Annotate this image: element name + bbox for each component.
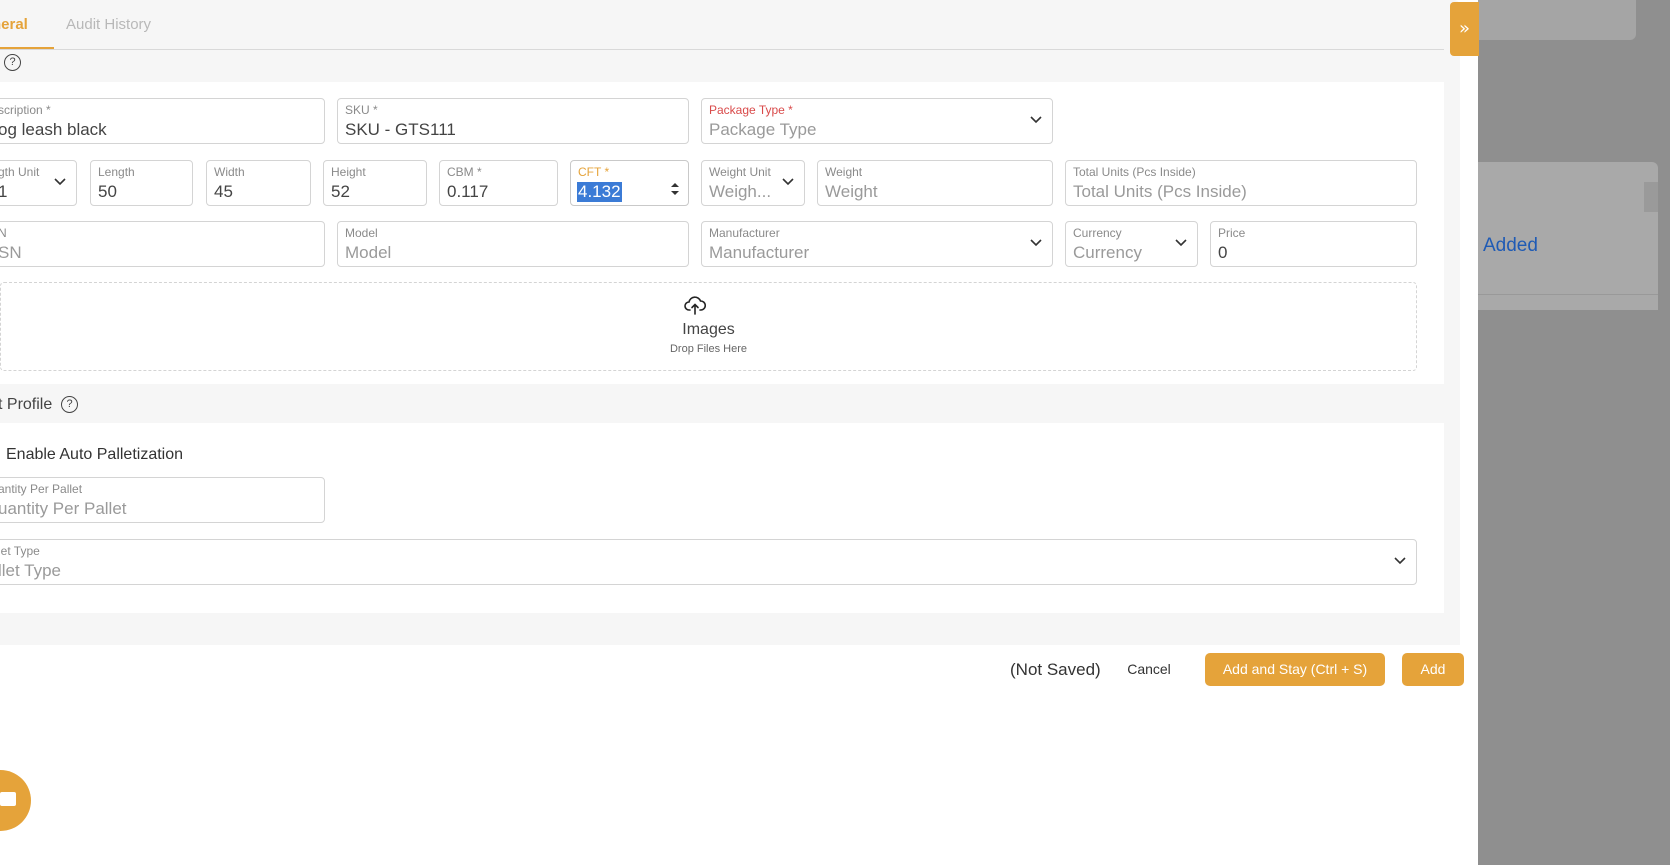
cbm-field[interactable]: CBM * 0.117 — [439, 160, 558, 206]
upc-label: N — [0, 226, 7, 240]
add-button[interactable]: Add — [1402, 653, 1464, 686]
price-label: Price — [1218, 226, 1246, 240]
collapse-panel-button[interactable]: » — [1450, 2, 1479, 56]
cft-field[interactable]: CFT * 4.132 — [570, 160, 689, 206]
background-divider — [1478, 294, 1658, 295]
background-overlay: Added — [1478, 0, 1670, 865]
panel-body: neral Audit History ? scription * og lea… — [0, 0, 1460, 645]
background-scrollbar — [1644, 182, 1658, 212]
pallet-type-placeholder: llet Type — [0, 561, 62, 580]
general-help-icon[interactable]: ? — [4, 54, 21, 71]
tab-audit-history[interactable]: Audit History — [66, 16, 151, 33]
quantity-per-pallet-field[interactable]: antity Per Pallet uantity Per Pallet — [0, 477, 325, 523]
weight-unit-placeholder: Weigh... — [709, 182, 772, 201]
chevron-down-icon — [1030, 116, 1042, 124]
images-subtitle: Drop Files Here — [669, 343, 748, 355]
chevron-down-icon — [1394, 557, 1406, 565]
currency-placeholder: Currency — [1073, 243, 1142, 262]
save-status: (Not Saved) — [1010, 660, 1101, 679]
model-placeholder: Model — [345, 243, 392, 262]
currency-select[interactable]: Currency Currency — [1065, 221, 1198, 267]
length-label: Length — [98, 165, 135, 179]
background-added-link: Added — [1483, 235, 1538, 256]
description-label: scription * — [0, 103, 51, 117]
description-field[interactable]: scription * og leash black — [0, 98, 325, 144]
number-spinner-icon[interactable] — [670, 181, 680, 197]
weight-placeholder: Weight — [825, 182, 878, 201]
quantity-per-pallet-placeholder: uantity Per Pallet — [0, 499, 127, 518]
manufacturer-label: Manufacturer — [709, 226, 780, 240]
height-value: 52 — [331, 182, 350, 201]
model-label: Model — [345, 226, 378, 240]
cbm-value: 0.117 — [447, 182, 489, 201]
weight-field[interactable]: Weight Weight — [817, 160, 1053, 206]
cft-label: CFT * — [578, 165, 610, 179]
add-item-panel: neral Audit History ? scription * og lea… — [0, 0, 1478, 865]
images-title: Images — [682, 321, 735, 338]
package-type-placeholder: Package Type — [709, 120, 817, 139]
pallet-type-label: let Type — [0, 544, 40, 558]
sku-value: SKU - GTS111 — [345, 120, 456, 139]
model-field[interactable]: Model Model — [337, 221, 689, 267]
chat-widget-button[interactable] — [0, 770, 31, 831]
length-field[interactable]: Length 50 — [90, 160, 193, 206]
active-tab-indicator — [0, 47, 54, 49]
price-field[interactable]: Price 0 — [1210, 221, 1417, 267]
weight-label: Weight — [825, 165, 863, 179]
description-value: og leash black — [0, 120, 107, 139]
cloud-upload-icon — [684, 296, 706, 315]
tab-bar: neral Audit History — [0, 0, 1444, 50]
chevron-down-icon — [54, 178, 66, 186]
manufacturer-select[interactable]: Manufacturer Manufacturer — [701, 221, 1053, 267]
price-value: 0 — [1218, 243, 1228, 262]
images-dropzone[interactable]: Images Drop Files Here — [0, 282, 1417, 371]
total-units-placeholder: Total Units (Pcs Inside) — [1073, 182, 1247, 201]
add-and-stay-button[interactable]: Add and Stay (Ctrl + S) — [1205, 653, 1385, 686]
pallet-type-select[interactable]: let Type llet Type — [0, 539, 1417, 585]
width-value: 45 — [214, 182, 233, 201]
chevron-down-icon — [782, 178, 794, 186]
tab-general[interactable]: neral — [0, 16, 28, 33]
length-unit-value: 1 — [0, 182, 8, 201]
pallet-profile-section: Enable Auto Palletization antity Per Pal… — [0, 423, 1444, 613]
pallet-help-icon[interactable]: ? — [61, 396, 78, 413]
general-section: scription * og leash black SKU * SKU - G… — [0, 82, 1444, 384]
width-field[interactable]: Width 45 — [206, 160, 311, 206]
manufacturer-placeholder: Manufacturer — [709, 243, 810, 262]
cbm-label: CBM * — [447, 165, 482, 179]
height-field[interactable]: Height 52 — [323, 160, 427, 206]
package-type-select[interactable]: Package Type * Package Type — [701, 98, 1053, 144]
upc-field[interactable]: N SN — [0, 221, 325, 267]
cancel-button[interactable]: Cancel — [1118, 653, 1180, 686]
total-units-field[interactable]: Total Units (Pcs Inside) Total Units (Pc… — [1065, 160, 1417, 206]
cft-value: 4.132 — [577, 182, 622, 202]
sku-label: SKU * — [345, 103, 378, 117]
auto-palletization-checkbox[interactable]: Enable Auto Palletization — [6, 446, 183, 464]
background-card-top — [1478, 0, 1636, 40]
sku-field[interactable]: SKU * SKU - GTS111 — [337, 98, 689, 144]
upc-placeholder: SN — [0, 243, 22, 262]
width-label: Width — [214, 165, 245, 179]
pallet-profile-title: t Profile — [0, 396, 53, 413]
quantity-per-pallet-label: antity Per Pallet — [0, 482, 83, 496]
currency-label: Currency — [1073, 226, 1122, 240]
length-unit-label: gth Unit — [0, 165, 40, 179]
chevron-down-icon — [1175, 239, 1187, 247]
height-label: Height — [331, 165, 366, 179]
total-units-label: Total Units (Pcs Inside) — [1073, 165, 1196, 179]
length-value: 50 — [98, 182, 117, 201]
package-type-label: Package Type * — [709, 103, 793, 117]
weight-unit-select[interactable]: Weight Unit Weigh... — [701, 160, 805, 206]
chat-icon — [0, 792, 16, 806]
weight-unit-label: Weight Unit — [709, 165, 771, 179]
length-unit-select[interactable]: gth Unit 1 — [0, 160, 77, 206]
chevron-down-icon — [1030, 239, 1042, 247]
